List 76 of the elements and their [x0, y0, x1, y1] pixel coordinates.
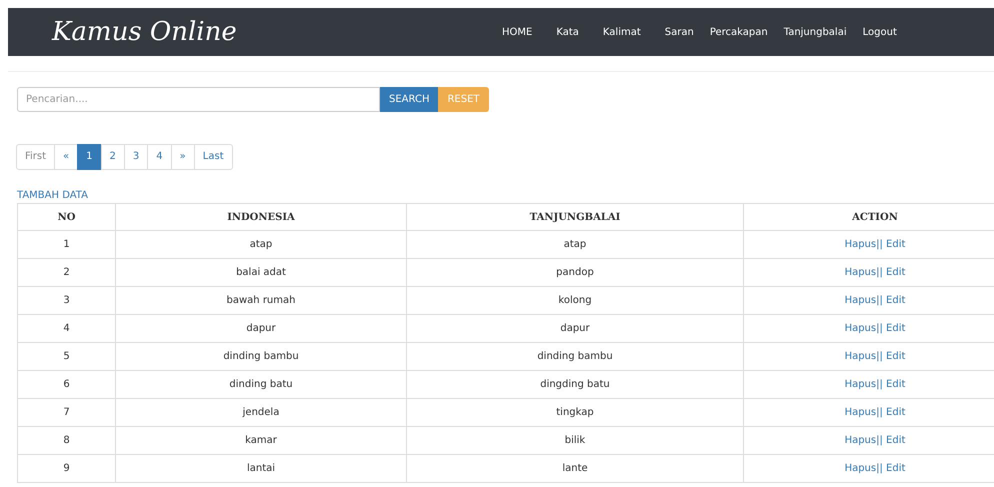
table-cell: bilik: [406, 426, 744, 454]
nav-link[interactable]: Saran: [656, 26, 702, 38]
table-cell: lante: [406, 454, 744, 482]
column-header: NO: [18, 204, 116, 230]
separator-text: ||: [876, 267, 883, 278]
page-link[interactable]: »: [170, 144, 195, 170]
separator-text: ||: [876, 295, 883, 306]
column-header: INDONESIA: [116, 204, 406, 230]
table-cell: pandop: [406, 258, 744, 286]
search-field[interactable]: Pencarian....: [17, 87, 380, 112]
page-link[interactable]: 4: [147, 144, 172, 170]
table-cell: kolong: [406, 286, 744, 314]
delete-link[interactable]: Hapus: [844, 267, 876, 278]
edit-link[interactable]: Edit: [886, 295, 906, 306]
table-cell: dapur: [116, 314, 406, 342]
nav-link[interactable]: Logout: [854, 26, 905, 38]
separator-text: ||: [876, 239, 883, 250]
edit-link[interactable]: Edit: [886, 463, 906, 474]
table-cell: 4: [18, 314, 116, 342]
table-cell: 6: [18, 370, 116, 398]
table-cell: dinding bambu: [116, 342, 406, 370]
table-cell: 2: [18, 258, 116, 286]
nav-link[interactable]: Kalimat: [594, 26, 657, 38]
table-cell: dinding bambu: [406, 342, 744, 370]
separator-text: ||: [876, 463, 883, 474]
table-cell: lantai: [116, 454, 406, 482]
delete-link[interactable]: Hapus: [844, 435, 876, 446]
table-cell: dingding batu: [406, 370, 744, 398]
separator-text: ||: [876, 435, 883, 446]
nav-link[interactable]: Tanjungbalai: [776, 26, 855, 38]
delete-link[interactable]: Hapus: [844, 407, 876, 418]
table-cell: kamar: [116, 426, 406, 454]
table-cell: atap: [406, 230, 744, 258]
nav-link[interactable]: Kata: [548, 26, 595, 38]
table-cell: balai adat: [116, 258, 406, 286]
delete-link[interactable]: Hapus: [844, 351, 876, 362]
page-link[interactable]: 2: [100, 144, 125, 170]
separator-text: ||: [876, 407, 883, 418]
edit-link[interactable]: Edit: [886, 435, 906, 446]
separator-text: ||: [876, 323, 883, 334]
edit-link[interactable]: Edit: [886, 351, 906, 362]
page-link[interactable]: 1: [77, 144, 102, 170]
table-cell: jendela: [116, 398, 406, 426]
delete-link[interactable]: Hapus: [844, 463, 876, 474]
table-cell: 5: [18, 342, 116, 370]
table-cell: 3: [18, 286, 116, 314]
page-link[interactable]: Last: [194, 144, 233, 170]
table-cell: 8: [18, 426, 116, 454]
edit-link[interactable]: Edit: [886, 323, 906, 334]
search-button[interactable]: SEARCH: [380, 87, 438, 112]
table-cell: atap: [116, 230, 406, 258]
nav-link[interactable]: Percakapan: [702, 26, 776, 38]
table-cell: dapur: [406, 314, 744, 342]
edit-link[interactable]: Edit: [886, 379, 906, 390]
column-header: ACTION: [744, 204, 994, 230]
edit-link[interactable]: Edit: [886, 239, 906, 250]
table-cell: bawah rumah: [116, 286, 406, 314]
table-cell: dinding batu: [116, 370, 406, 398]
nav-link[interactable]: HOME: [494, 26, 548, 38]
edit-link[interactable]: Edit: [886, 267, 906, 278]
separator-text: ||: [876, 379, 883, 390]
brand-title[interactable]: Kamus Online: [52, 17, 452, 47]
delete-link[interactable]: Hapus: [844, 323, 876, 334]
table-cell: 1: [18, 230, 116, 258]
table-cell: 9: [18, 454, 116, 482]
separator-text: ||: [876, 351, 883, 362]
page-link[interactable]: 3: [124, 144, 148, 170]
page-link[interactable]: First: [16, 144, 56, 170]
column-header: TANJUNGBALAI: [406, 204, 744, 230]
edit-link[interactable]: Edit: [886, 407, 906, 418]
add-data-link[interactable]: TAMBAH DATA: [17, 190, 88, 201]
delete-link[interactable]: Hapus: [844, 379, 876, 390]
delete-link[interactable]: Hapus: [844, 239, 876, 250]
table-cell: tingkap: [406, 398, 744, 426]
delete-link[interactable]: Hapus: [844, 295, 876, 306]
table-cell: 7: [18, 398, 116, 426]
